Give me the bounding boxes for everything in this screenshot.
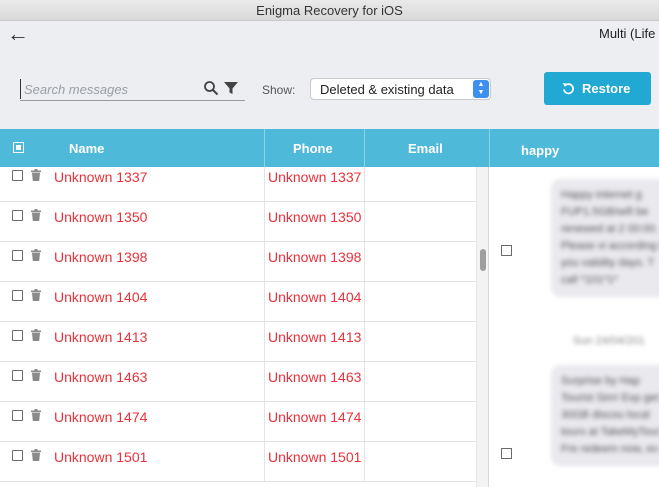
trash-icon	[31, 249, 41, 261]
table-row[interactable]: Unknown 1398 Unknown 1398	[0, 241, 476, 282]
contact-phone: Unknown 1501	[268, 449, 362, 465]
show-filter-select[interactable]: Deleted & existing data ▲ ▼	[310, 78, 491, 100]
restore-icon	[562, 83, 574, 95]
message-bubble: Surprise by Hap Tourist Sim! Exp get 30G…	[551, 365, 659, 466]
select-arrows-icon: ▲ ▼	[473, 80, 489, 98]
row-checkbox[interactable]	[12, 330, 23, 341]
trash-icon	[31, 329, 41, 341]
cell-divider	[364, 401, 365, 441]
message-bubble: Happy internet g FUP1.5GB/wifi be renewe…	[551, 179, 659, 297]
contact-name: Unknown 1404	[54, 289, 148, 305]
table-row[interactable]: Unknown 1404 Unknown 1404	[0, 281, 476, 322]
message-date: Sun 24/04/201	[573, 335, 645, 347]
contact-phone: Unknown 1474	[268, 409, 362, 425]
column-divider	[264, 129, 265, 167]
column-divider	[364, 129, 365, 167]
contact-phone: Unknown 1463	[268, 369, 362, 385]
cell-divider	[264, 441, 265, 481]
message-panel: Happy internet g FUP1.5GB/wifi be renewe…	[489, 167, 659, 487]
show-label: Show:	[262, 83, 296, 97]
cell-divider	[264, 401, 265, 441]
contact-name: Unknown 1413	[54, 329, 148, 345]
row-checkbox[interactable]	[12, 290, 23, 301]
table-row[interactable]: Unknown 1463 Unknown 1463	[0, 361, 476, 402]
cell-divider	[364, 281, 365, 321]
contact-name: Unknown 1337	[54, 169, 148, 185]
conversation-title: happy	[521, 143, 560, 158]
window-titlebar: Enigma Recovery for iOS	[0, 0, 659, 21]
column-divider	[489, 129, 490, 167]
cell-divider	[364, 201, 365, 241]
search-bar	[20, 78, 245, 101]
trash-icon	[31, 169, 41, 181]
row-checkbox[interactable]	[12, 410, 23, 421]
column-header-email[interactable]: Email	[408, 141, 443, 156]
cell-divider	[264, 167, 265, 201]
column-header-name[interactable]: Name	[69, 141, 104, 156]
row-checkbox[interactable]	[12, 170, 23, 181]
contact-name: Unknown 1350	[54, 209, 148, 225]
contact-list: Unknown 1337 Unknown 1337 Unknown 1350 Unkn…	[0, 167, 476, 487]
scrollbar-thumb[interactable]	[480, 249, 486, 271]
message-checkbox[interactable]	[501, 448, 512, 459]
restore-label: Restore	[582, 81, 631, 96]
cell-divider	[364, 321, 365, 361]
filter-icon[interactable]	[224, 81, 238, 95]
row-checkbox[interactable]	[12, 250, 23, 261]
table-row[interactable]: Unknown 1501 Unknown 1501	[0, 441, 476, 482]
trash-icon	[31, 449, 41, 461]
search-icon[interactable]	[203, 80, 219, 96]
contact-phone: Unknown 1413	[268, 329, 362, 345]
show-filter-value: Deleted & existing data	[320, 82, 454, 97]
trash-icon	[31, 369, 41, 381]
message-checkbox[interactable]	[501, 245, 512, 256]
cell-divider	[364, 167, 365, 201]
cell-divider	[264, 201, 265, 241]
device-name: Multi (Life	[599, 26, 656, 41]
trash-icon	[31, 289, 41, 301]
cell-divider	[264, 321, 265, 361]
contact-name: Unknown 1463	[54, 369, 148, 385]
cell-divider	[364, 361, 365, 401]
trash-icon	[31, 209, 41, 221]
contact-phone: Unknown 1398	[268, 249, 362, 265]
trash-icon	[31, 409, 41, 421]
cell-divider	[264, 241, 265, 281]
cell-divider	[264, 361, 265, 401]
table-row[interactable]: Unknown 1337 Unknown 1337	[0, 167, 476, 202]
search-input[interactable]	[20, 79, 197, 99]
row-checkbox[interactable]	[12, 370, 23, 381]
table-header: Name Phone Email happy	[0, 129, 659, 167]
contact-name: Unknown 1398	[54, 249, 148, 265]
contact-name: Unknown 1474	[54, 409, 148, 425]
column-header-phone[interactable]: Phone	[293, 141, 333, 156]
contact-name: Unknown 1501	[54, 449, 148, 465]
table-row[interactable]: Unknown 1474 Unknown 1474	[0, 401, 476, 442]
table-row[interactable]: Unknown 1413 Unknown 1413	[0, 321, 476, 362]
restore-button[interactable]: Restore	[544, 72, 651, 105]
cell-divider	[364, 241, 365, 281]
cell-divider	[364, 441, 365, 481]
row-checkbox[interactable]	[12, 450, 23, 461]
contact-phone: Unknown 1350	[268, 209, 362, 225]
window-title: Enigma Recovery for iOS	[256, 3, 403, 18]
table-row[interactable]: Unknown 1350 Unknown 1350	[0, 201, 476, 242]
list-scrollbar[interactable]	[476, 167, 489, 487]
cell-divider	[264, 281, 265, 321]
contact-phone: Unknown 1337	[268, 169, 362, 185]
select-all-checkbox[interactable]	[13, 142, 24, 153]
contact-phone: Unknown 1404	[268, 289, 362, 305]
back-arrow-icon[interactable]: ←	[3, 20, 33, 50]
row-checkbox[interactable]	[12, 210, 23, 221]
